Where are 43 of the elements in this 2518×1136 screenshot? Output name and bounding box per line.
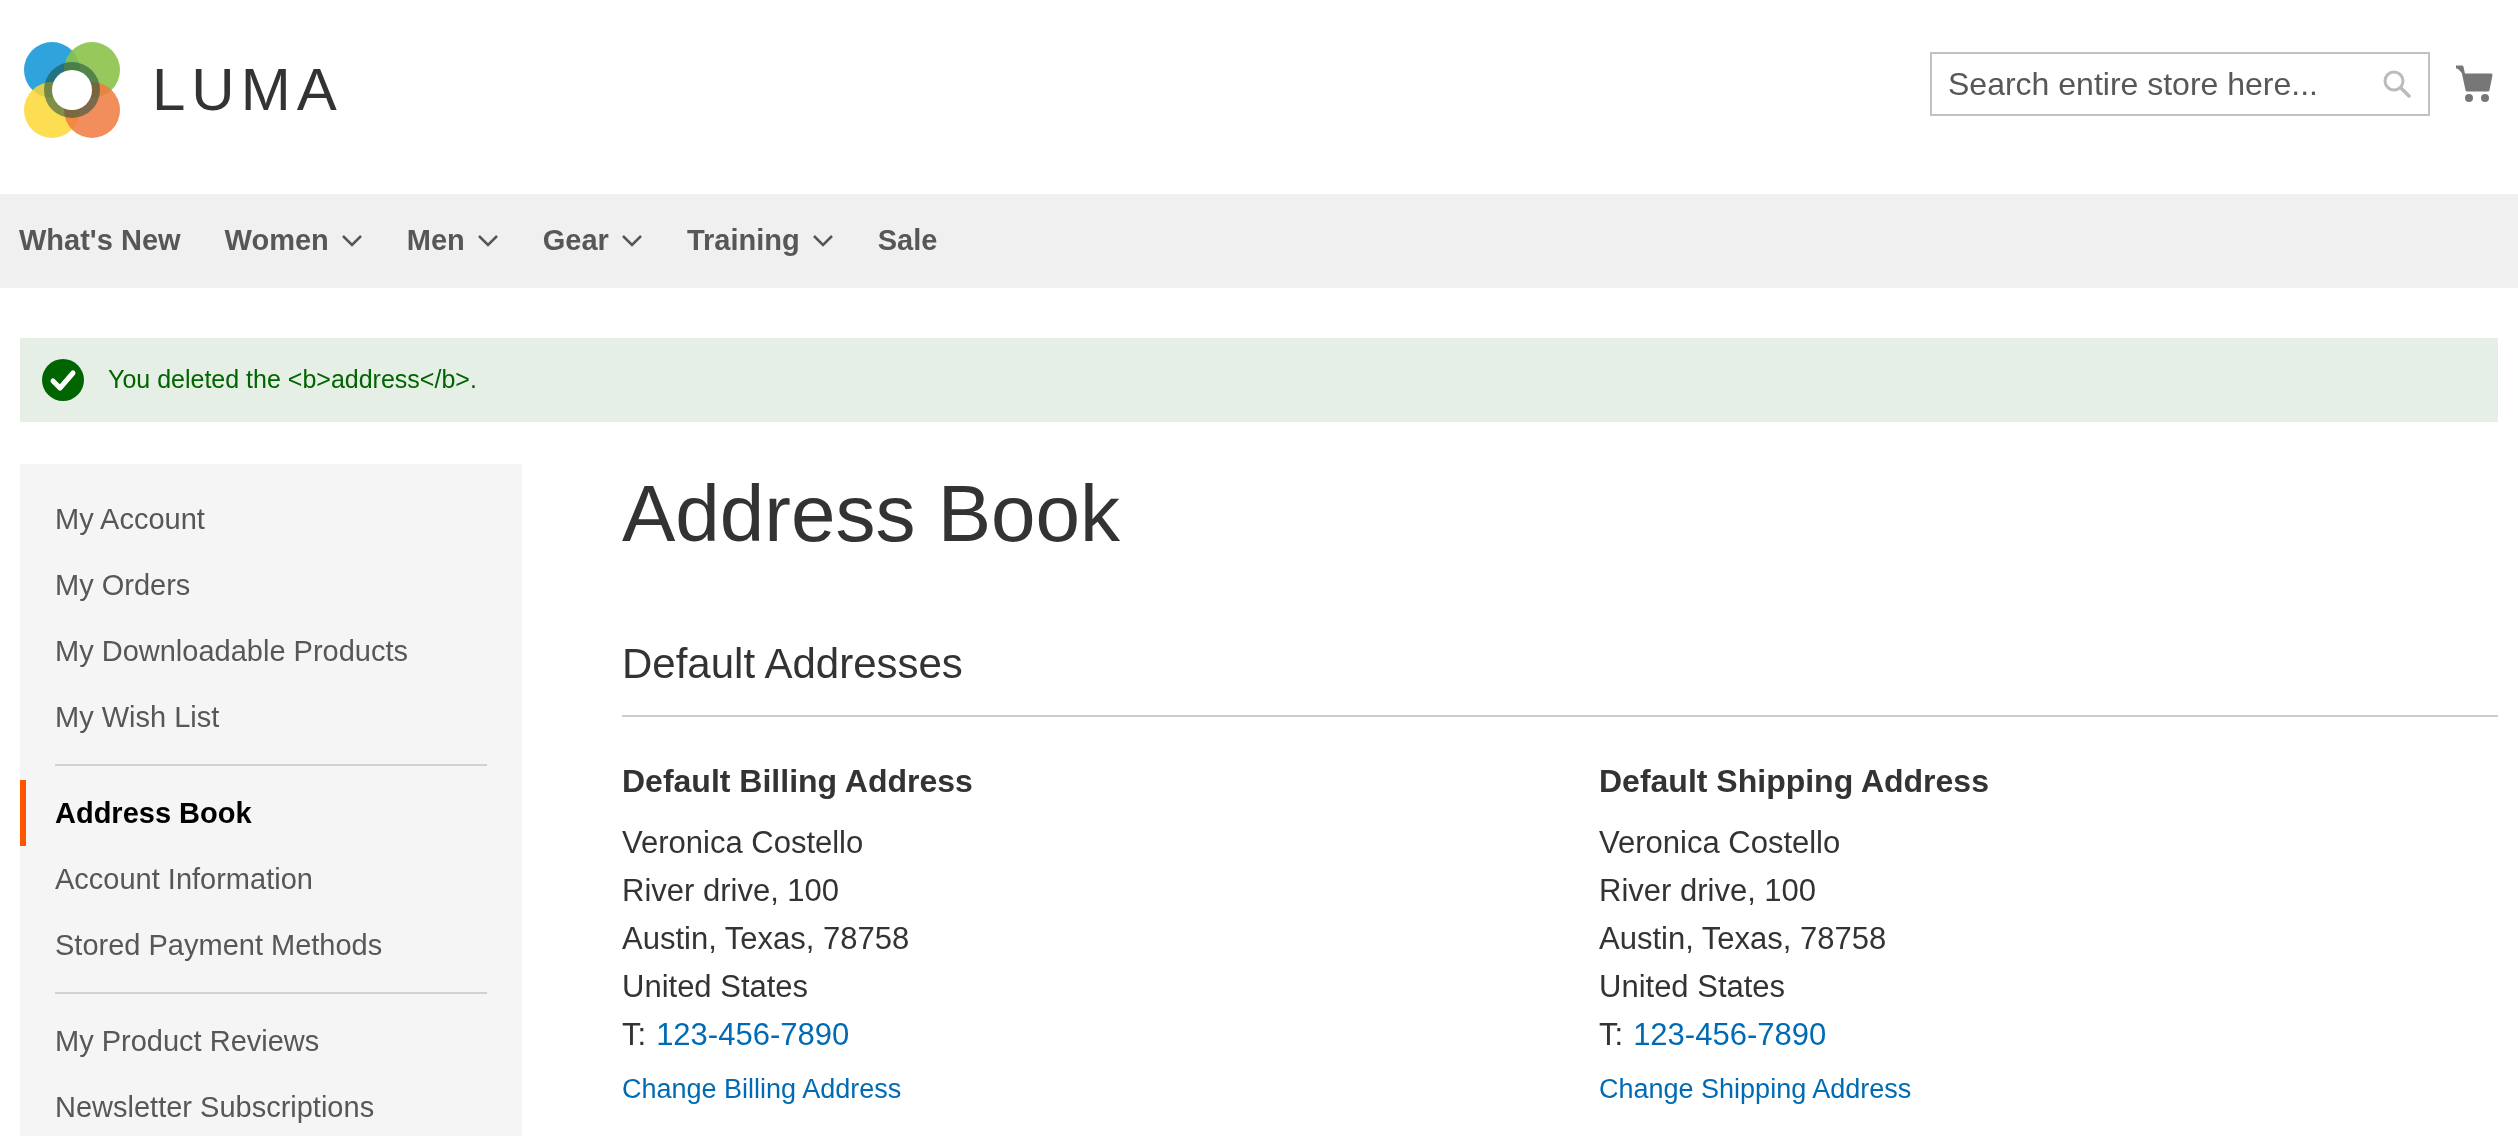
search-field[interactable]: Search entire store here... (1930, 52, 2430, 116)
change-address-link[interactable]: Change Billing Address (622, 1069, 902, 1110)
phone-link[interactable]: 123-456-7890 (656, 1011, 850, 1059)
address-line: Veronica Costello (622, 824, 865, 862)
chevron-down-icon (620, 234, 643, 248)
address-heading: Default Billing Address (622, 762, 974, 801)
sidebar-link[interactable]: My Orders (20, 552, 522, 618)
address-line: River drive, 100 (1599, 872, 1818, 910)
address-line: United States (1599, 968, 1787, 1006)
checkmark-icon (42, 359, 84, 401)
page-title: Address Book (622, 474, 1122, 554)
change-address-link[interactable]: Change Shipping Address (1599, 1069, 1912, 1110)
sidebar-link[interactable]: My Account (20, 486, 522, 552)
address-heading: Default Shipping Address (1599, 762, 1990, 801)
phone-link[interactable]: 123-456-7890 (1633, 1011, 1827, 1059)
logo-text[interactable]: LUMA (152, 60, 343, 120)
nav-link[interactable]: Sale (877, 219, 938, 263)
address-line: Austin, Texas, 78758 (1599, 920, 1888, 958)
phone-label: T: (1599, 1016, 1624, 1054)
nav-link[interactable]: Women (224, 219, 363, 263)
address-line: River drive, 100 (622, 872, 841, 910)
address-line: United States (622, 968, 810, 1006)
sidebar-link[interactable]: Newsletter Subscriptions (20, 1074, 522, 1136)
address-line: Veronica Costello (1599, 824, 1842, 862)
sidebar-link[interactable]: My Downloadable Products (20, 618, 522, 684)
sidebar-link[interactable]: Address Book (20, 780, 522, 846)
sidebar-link[interactable]: Stored Payment Methods (20, 912, 522, 978)
address-line: Austin, Texas, 78758 (622, 920, 911, 958)
nav-link[interactable]: What's New (19, 219, 181, 263)
cart-icon[interactable] (2454, 64, 2494, 104)
nav-link[interactable]: Men (406, 219, 499, 263)
sidebar-link[interactable]: My Wish List (20, 684, 522, 750)
phone-label: T: (622, 1016, 647, 1054)
section-title: Default Addresses (622, 632, 2498, 717)
sidebar-link[interactable]: Account Information (20, 846, 522, 912)
sidebar-link[interactable]: My Product Reviews (20, 1008, 522, 1074)
message-text: You deleted the <b>address</b>. (108, 364, 477, 396)
nav-link[interactable]: Gear (542, 219, 643, 263)
chevron-down-icon (476, 234, 499, 248)
chevron-down-icon (340, 234, 363, 248)
chevron-down-icon (811, 234, 834, 248)
logo-icon[interactable] (22, 40, 122, 140)
nav-link[interactable]: Training (686, 219, 834, 263)
